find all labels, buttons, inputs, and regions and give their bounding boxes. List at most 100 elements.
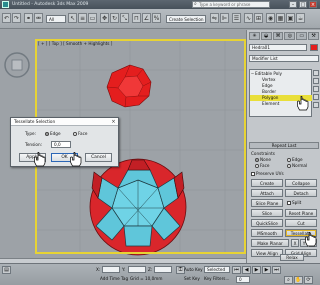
go-to-start-icon[interactable]: ⏮ xyxy=(232,266,241,274)
close-icon[interactable]: × xyxy=(309,1,317,8)
minimize-icon[interactable]: – xyxy=(289,1,297,8)
cancel-button[interactable]: Cancel xyxy=(85,153,112,162)
display-tab-icon[interactable]: ▭ xyxy=(296,32,308,40)
radio-off-icon xyxy=(255,163,259,168)
render-setup-icon[interactable]: ▦ xyxy=(276,13,285,23)
hierarchy-tab-icon[interactable]: ⌘ xyxy=(272,32,284,40)
play-icon[interactable]: ▶ xyxy=(252,266,261,274)
schematic-view-icon[interactable]: ⊞ xyxy=(254,13,263,23)
rect-region-icon[interactable]: ▭ xyxy=(88,13,97,23)
msmooth-button[interactable]: MSmooth xyxy=(251,229,283,237)
orbit-icon[interactable]: ⟳ xyxy=(304,276,313,284)
slice-button[interactable]: Slice xyxy=(251,209,283,217)
key-filters-button[interactable]: Key Filters... xyxy=(204,276,229,281)
slice-plane-button[interactable]: Slice Plane xyxy=(251,199,283,207)
command-panel: ✳ ◒ ⌘ ◎ ▭ ⚒ Hedra01 Modifier List −Edita… xyxy=(246,30,320,263)
view-align-button[interactable]: View Align xyxy=(251,249,283,257)
create-button[interactable]: Create xyxy=(251,179,283,187)
make-planar-button[interactable]: Make Planar xyxy=(251,239,289,247)
rotate-icon[interactable]: ↻ xyxy=(110,13,119,23)
split-checkbox[interactable]: Split xyxy=(287,200,301,205)
tessellate-selection-dialog: Tessellate Selection × Type: Edge Face T… xyxy=(10,117,119,167)
y-coord-field[interactable] xyxy=(128,266,146,273)
percent-snap-icon[interactable]: % xyxy=(152,13,161,23)
checkbox-icon xyxy=(287,200,291,205)
object-color-swatch[interactable] xyxy=(310,44,318,51)
set-key-button[interactable]: Set Key xyxy=(184,276,200,281)
search-input[interactable]: ⌕ Type a keyword or phrase xyxy=(192,1,270,8)
link-icon[interactable]: ⚭ xyxy=(24,13,33,23)
preserve-uvs-checkbox[interactable]: Preserve UVs xyxy=(251,171,284,176)
configure-modifier-sets-icon[interactable] xyxy=(313,102,319,108)
constraints-label: Constraints xyxy=(251,151,275,156)
snap-icon[interactable]: ⊓ xyxy=(132,13,141,23)
named-selection-set-dropdown[interactable]: Create Selection Se xyxy=(166,15,206,23)
viewport-label[interactable]: [ + ] [ Top ] [ Smooth + Highlights ] xyxy=(38,41,112,46)
hand-cursor-icon xyxy=(297,96,309,111)
tension-spinner[interactable]: 0,0 xyxy=(51,141,71,148)
pin-stack-icon[interactable] xyxy=(313,70,319,76)
type-edge-radio[interactable]: Edge xyxy=(45,131,61,136)
hand-cursor-icon xyxy=(70,152,82,167)
redo-icon[interactable]: ↷ xyxy=(12,13,21,23)
modifier-list-dropdown[interactable]: Modifier List xyxy=(249,55,319,62)
go-to-end-icon[interactable]: ⏭ xyxy=(272,266,281,274)
repeat-last-button[interactable]: Repeat Last xyxy=(249,142,319,149)
hand-cursor-icon xyxy=(305,232,317,247)
modify-tab-icon[interactable]: ◒ xyxy=(260,32,272,40)
mirror-icon[interactable]: ⇋ xyxy=(210,13,219,23)
zoom-icon[interactable]: ⌕ xyxy=(284,276,293,284)
move-icon[interactable]: ✥ xyxy=(100,13,109,23)
motion-tab-icon[interactable]: ◎ xyxy=(284,32,296,40)
planar-x-button[interactable]: X xyxy=(291,239,299,247)
constraint-face-radio[interactable]: Face xyxy=(255,163,269,168)
maximize-icon[interactable]: □ xyxy=(299,1,307,8)
constraint-none-radio[interactable]: None xyxy=(255,157,271,162)
material-editor-icon[interactable]: ◉ xyxy=(266,13,275,23)
reset-plane-button[interactable]: Reset Plane xyxy=(285,209,317,217)
quick-render-icon[interactable]: ☕ xyxy=(296,13,305,23)
previous-frame-icon[interactable]: ◀ xyxy=(242,266,251,274)
scale-icon[interactable]: ⤡ xyxy=(120,13,129,23)
add-time-tag-button[interactable]: Add Time Tag xyxy=(100,276,128,281)
show-end-result-icon[interactable] xyxy=(313,78,319,84)
dialog-close-icon[interactable]: × xyxy=(110,119,117,125)
utilities-tab-icon[interactable]: ⚒ xyxy=(308,32,319,40)
constraint-edge-radio[interactable]: Edge xyxy=(287,157,303,162)
x-coord-field[interactable] xyxy=(102,266,120,273)
auto-key-button[interactable]: Auto Key xyxy=(184,267,203,272)
app-logo-icon[interactable] xyxy=(2,1,9,8)
select-object-icon[interactable]: ↖ xyxy=(68,13,77,23)
undo-icon[interactable]: ↶ xyxy=(2,13,11,23)
select-by-name-icon[interactable]: ≡ xyxy=(78,13,87,23)
quickslice-button[interactable]: QuickSlice xyxy=(251,219,283,227)
cut-button[interactable]: Cut xyxy=(285,219,317,227)
hand-cursor-icon xyxy=(34,152,46,167)
key-selection-dropdown[interactable]: Selected xyxy=(204,266,230,273)
angle-snap-icon[interactable]: ∠ xyxy=(142,13,151,23)
unlink-icon[interactable]: ⚮ xyxy=(34,13,43,23)
constraint-normal-radio[interactable]: Normal xyxy=(287,163,307,168)
create-tab-icon[interactable]: ✳ xyxy=(249,32,260,40)
render-frame-icon[interactable]: ▣ xyxy=(286,13,295,23)
collapse-button[interactable]: Collapse xyxy=(285,179,317,187)
selection-filter-dropdown[interactable]: All xyxy=(46,15,66,23)
layer-manager-icon[interactable]: ☰ xyxy=(232,13,241,23)
attach-button[interactable]: Attach xyxy=(251,189,283,197)
search-icon: ⌕ xyxy=(194,1,197,7)
type-face-radio[interactable]: Face xyxy=(73,131,87,136)
remove-modifier-icon[interactable] xyxy=(313,94,319,100)
curve-editor-icon[interactable]: ∿ xyxy=(244,13,253,23)
maxscript-listener-icon[interactable]: ▤ xyxy=(2,266,11,274)
current-frame-field[interactable]: 0 xyxy=(236,276,250,283)
search-placeholder: Type a keyword or phrase xyxy=(199,2,251,7)
next-frame-icon[interactable]: ▶ xyxy=(262,266,271,274)
viewcube-icon[interactable] xyxy=(2,50,32,80)
detach-button[interactable]: Detach xyxy=(285,189,317,197)
relax-button[interactable]: Relax xyxy=(280,254,304,261)
pan-icon[interactable]: ✋ xyxy=(294,276,303,284)
object-name-field[interactable]: Hedra01 xyxy=(249,44,307,51)
z-coord-field[interactable] xyxy=(154,266,172,273)
align-icon[interactable]: ⊫ xyxy=(220,13,229,23)
make-unique-icon[interactable] xyxy=(313,86,319,92)
